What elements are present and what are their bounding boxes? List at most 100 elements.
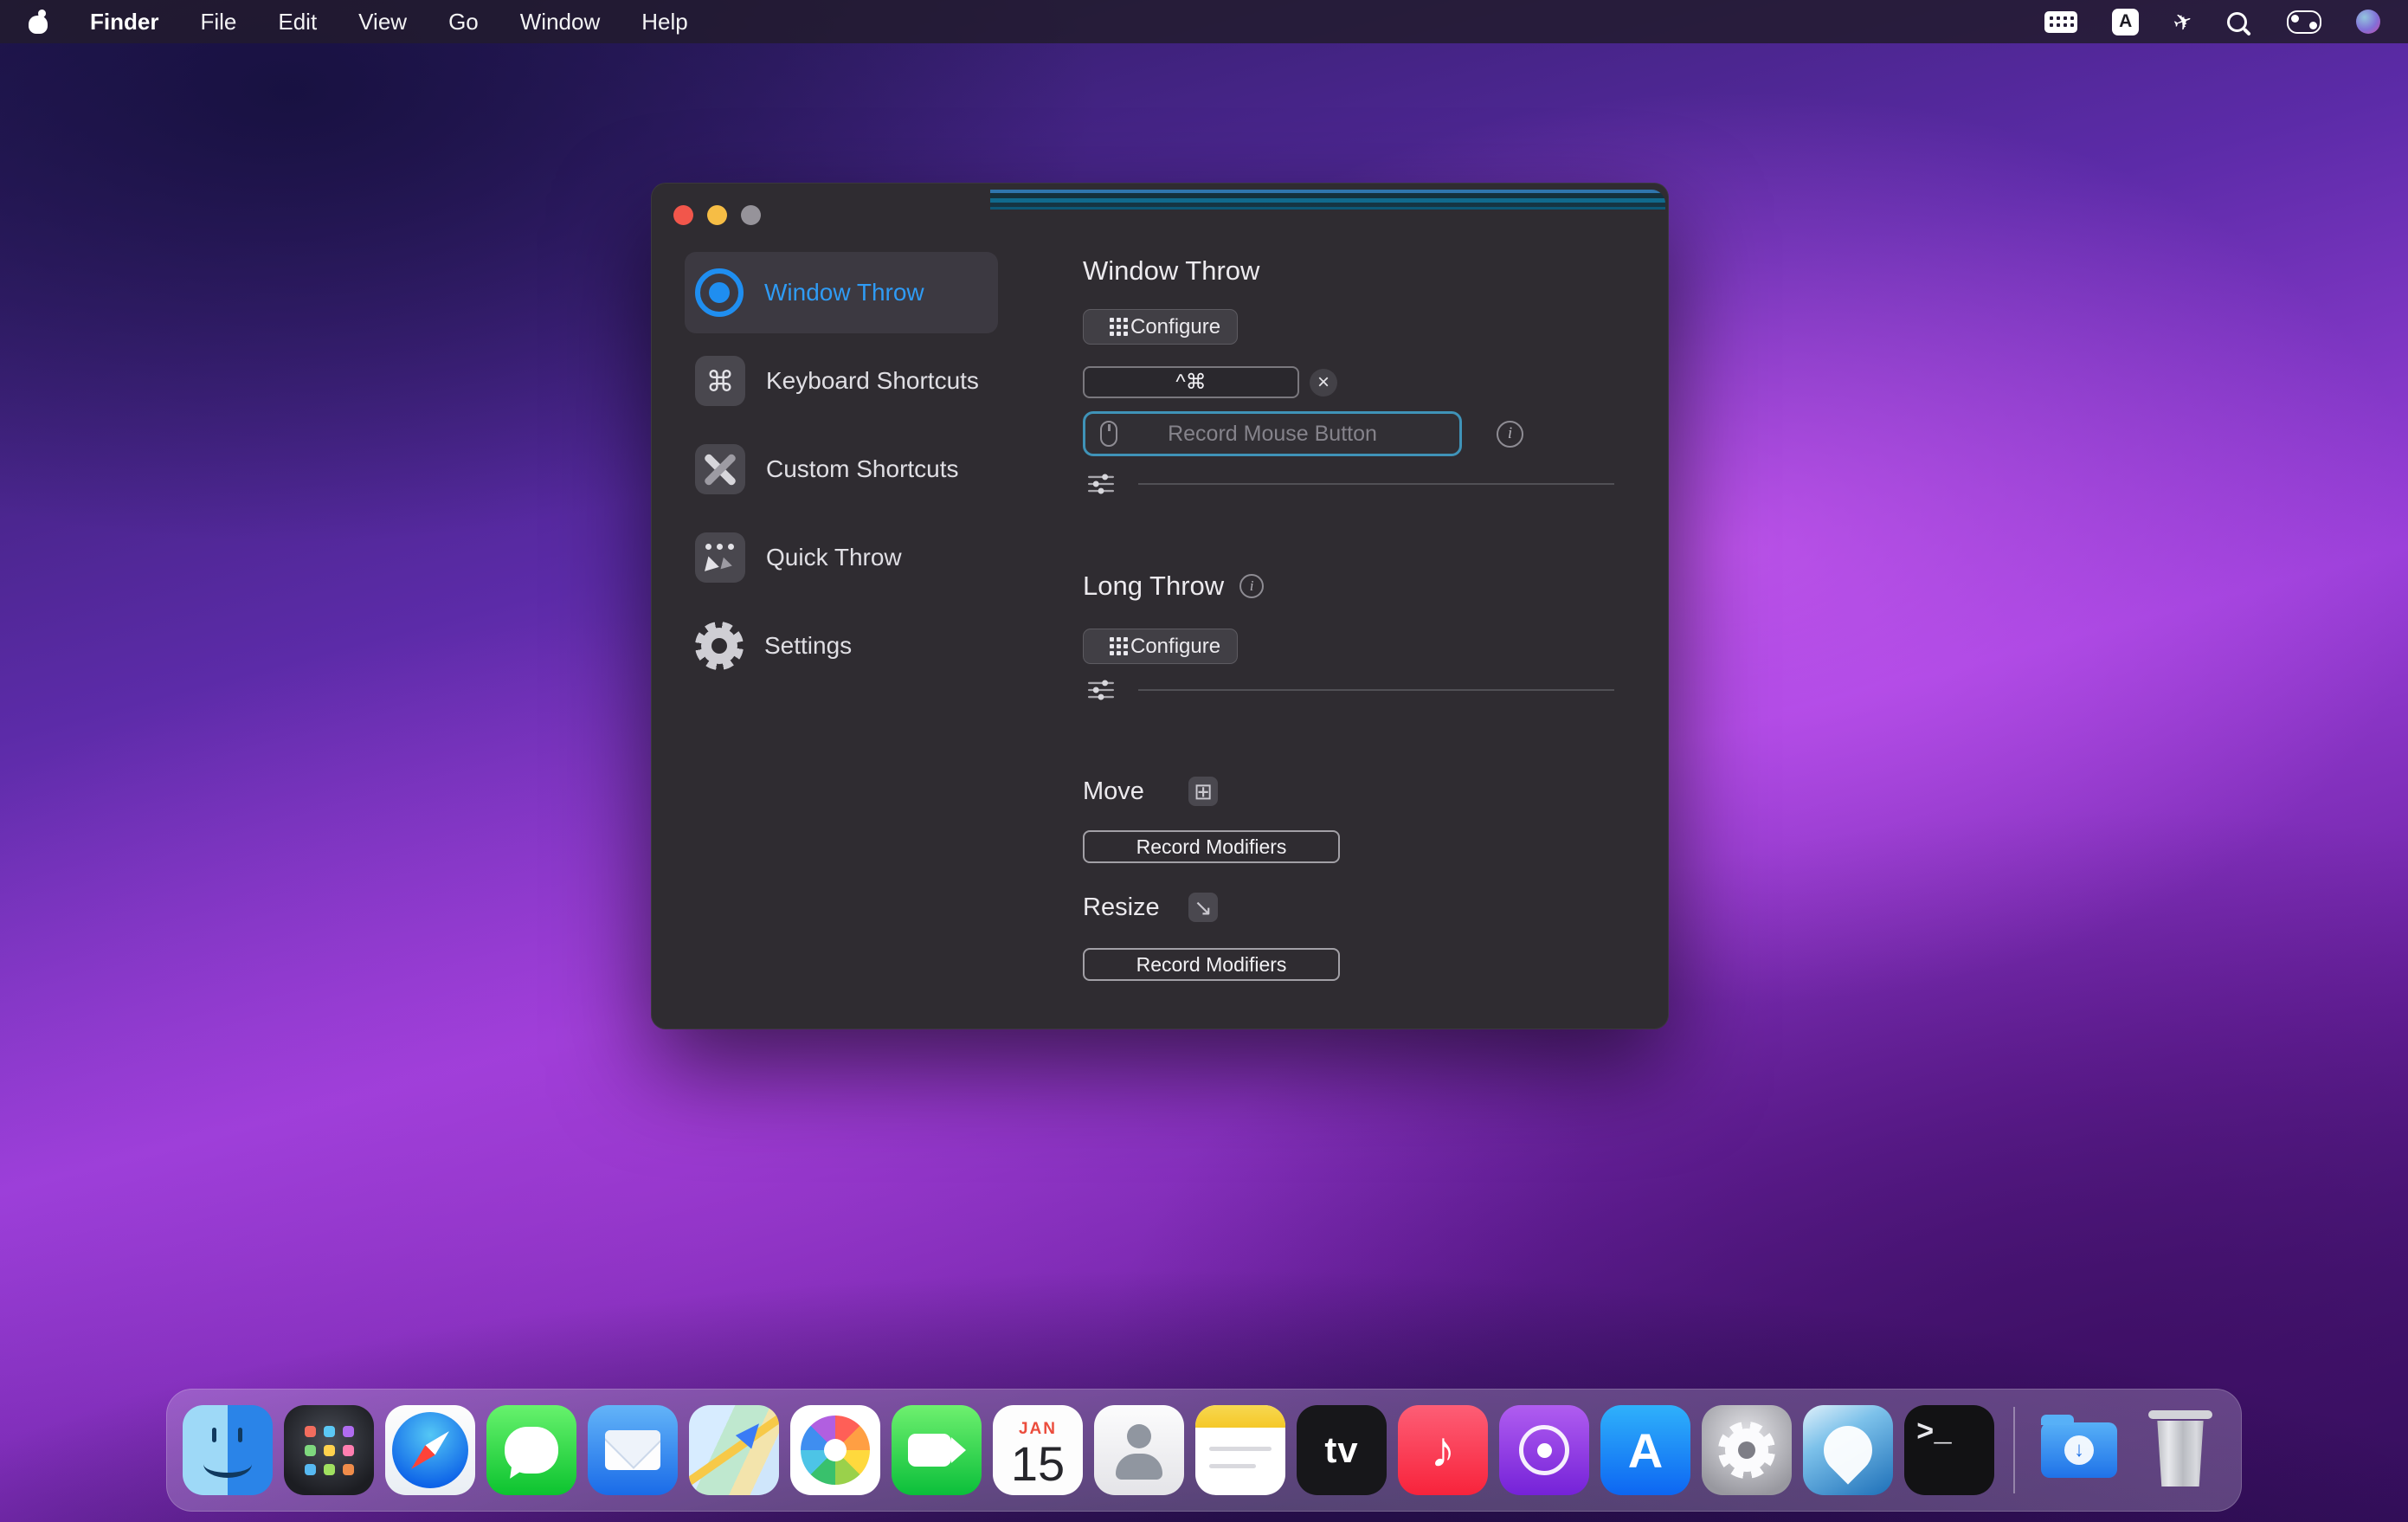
icon-art: [705, 556, 721, 574]
menu-help[interactable]: Help: [641, 9, 687, 35]
close-window-button[interactable]: [673, 205, 693, 225]
move-record-modifiers-button[interactable]: Record Modifiers: [1083, 830, 1340, 863]
app-window: Window Throw ⌘ Keyboard Shortcuts Custom…: [651, 183, 1669, 1029]
icon-art: [1209, 1464, 1256, 1468]
resize-record-modifiers-button[interactable]: Record Modifiers: [1083, 948, 1340, 981]
sidebar-item-quick-throw[interactable]: Quick Throw: [685, 517, 998, 598]
spotlight-search-icon[interactable]: [2227, 12, 2247, 32]
menu-go[interactable]: Go: [448, 9, 479, 35]
sidebar-item-custom-shortcuts[interactable]: Custom Shortcuts: [685, 429, 998, 510]
sidebar-item-settings[interactable]: Settings: [685, 605, 998, 687]
command-key-icon: ⌘: [695, 356, 745, 406]
divider: [1138, 689, 1614, 691]
pinwheel-icon: [801, 1416, 870, 1485]
icon-art: [1519, 1425, 1569, 1475]
envelope-icon: [605, 1430, 660, 1470]
status-app-icon[interactable]: ✈: [2170, 6, 2197, 38]
sliders-icon[interactable]: [1088, 474, 1114, 494]
sidebar-item-label: Settings: [764, 632, 852, 660]
sidebar-item-label: Window Throw: [764, 279, 924, 306]
window-throw-options-row: [1088, 474, 1614, 494]
dock-tv-icon[interactable]: tv: [1297, 1405, 1387, 1495]
apple-menu-icon[interactable]: [28, 10, 48, 34]
sidebar-item-label: Quick Throw: [766, 544, 902, 571]
dock-safari-icon[interactable]: [385, 1405, 475, 1495]
dock-window-manager-app-icon[interactable]: [1803, 1405, 1893, 1495]
record-mouse-button-field[interactable]: Record Mouse Button: [1083, 411, 1462, 456]
quick-throw-icon: [695, 532, 745, 583]
icon-art: [705, 544, 711, 550]
move-label: Move: [1083, 777, 1188, 806]
configure-button-label: Configure: [1130, 315, 1220, 339]
dock-calendar-icon[interactable]: JAN 15: [993, 1405, 1083, 1495]
dock-finder-icon[interactable]: [183, 1405, 273, 1495]
dock-music-icon[interactable]: ♪: [1398, 1405, 1488, 1495]
gear-icon: [1718, 1422, 1775, 1479]
info-icon[interactable]: i: [1497, 421, 1523, 448]
download-arrow-icon: ↓: [2064, 1435, 2094, 1465]
dock-messages-icon[interactable]: [486, 1405, 576, 1495]
appstore-letter: A: [1628, 1422, 1663, 1479]
close-icon: ×: [1317, 372, 1330, 393]
shortcut-value: ^⌘: [1175, 370, 1206, 395]
shortcut-recorder-field[interactable]: ^⌘: [1083, 366, 1299, 398]
icon-art: [1813, 1416, 1882, 1484]
record-circle-icon: [695, 268, 744, 317]
speech-bubble-icon: [505, 1427, 558, 1474]
resize-label: Resize: [1083, 893, 1188, 922]
dock-notes-icon[interactable]: [1195, 1405, 1285, 1495]
dock-photos-icon[interactable]: [790, 1405, 880, 1495]
menu-view[interactable]: View: [358, 9, 407, 35]
grid-icon: [1100, 318, 1119, 337]
dock-podcasts-icon[interactable]: [1499, 1405, 1589, 1495]
record-mouse-row: Record Mouse Button i: [1083, 411, 1523, 456]
menu-edit[interactable]: Edit: [278, 9, 317, 35]
menu-file[interactable]: File: [200, 9, 236, 35]
menu-window[interactable]: Window: [520, 9, 600, 35]
menu-app-name[interactable]: Finder: [90, 9, 158, 35]
siri-icon[interactable]: [2356, 10, 2380, 34]
sidebar-item-keyboard-shortcuts[interactable]: ⌘ Keyboard Shortcuts: [685, 340, 998, 422]
dock-downloads-icon[interactable]: ↓: [2034, 1405, 2124, 1495]
long-throw-configure-button[interactable]: Configure: [1083, 629, 1238, 664]
keyboard-viewer-icon[interactable]: [2044, 11, 2077, 33]
mouse-icon: [1100, 421, 1117, 447]
dock-system-preferences-icon[interactable]: [1702, 1405, 1792, 1495]
minimize-window-button[interactable]: [707, 205, 727, 225]
sidebar-item-label: Custom Shortcuts: [766, 455, 959, 483]
sidebar-item-window-throw[interactable]: Window Throw: [685, 252, 998, 333]
settings-content-pane: Window Throw Configure ^⌘ × Record Mouse…: [1083, 183, 1619, 1029]
move-grid-icon: ⊞: [1188, 777, 1218, 806]
icon-art: [2154, 1421, 2207, 1487]
dock-terminal-icon[interactable]: >_: [1904, 1405, 1994, 1495]
zoom-window-button[interactable]: [741, 205, 761, 225]
icon-art: [1116, 1454, 1162, 1480]
icon-art: [1209, 1447, 1272, 1451]
sidebar-item-label: Keyboard Shortcuts: [766, 367, 979, 395]
dock-trash-icon[interactable]: [2135, 1405, 2225, 1495]
grid-icon: [1100, 637, 1119, 656]
compass-needle: [406, 1426, 454, 1474]
info-icon[interactable]: i: [1239, 574, 1264, 598]
long-throw-header: Long Throw i: [1083, 571, 1264, 602]
sliders-icon[interactable]: [1088, 680, 1114, 700]
dock-appstore-icon[interactable]: A: [1600, 1405, 1690, 1495]
input-source-icon[interactable]: A: [2112, 9, 2139, 35]
menu-bar: Finder File Edit View Go Window Help A ✈: [0, 0, 2408, 43]
icon-art: [1537, 1443, 1552, 1458]
calendar-day: 15: [1011, 1439, 1065, 1490]
dock-mail-icon[interactable]: [588, 1405, 678, 1495]
resize-row: Resize ↘: [1083, 893, 1218, 922]
dock-facetime-icon[interactable]: [892, 1405, 982, 1495]
configure-button-label: Configure: [1130, 635, 1220, 659]
dock-maps-icon[interactable]: [689, 1405, 779, 1495]
window-throw-configure-button[interactable]: Configure: [1083, 309, 1238, 345]
dock-launchpad-icon[interactable]: [284, 1405, 374, 1495]
clear-shortcut-button[interactable]: ×: [1310, 369, 1337, 397]
window-throw-shortcut-row: ^⌘ ×: [1083, 366, 1337, 398]
tv-wordmark: tv: [1324, 1429, 1358, 1471]
control-center-icon[interactable]: [2287, 10, 2321, 34]
dock-contacts-icon[interactable]: [1094, 1405, 1184, 1495]
window-throw-title: Window Throw: [1083, 255, 1259, 287]
move-row: Move ⊞: [1083, 777, 1218, 806]
